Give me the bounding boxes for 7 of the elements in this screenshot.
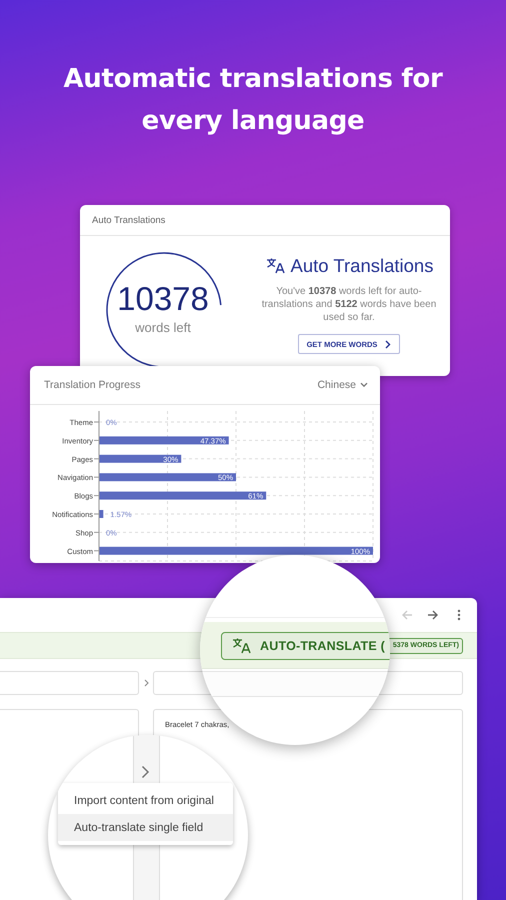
- card-title: Auto Translations: [290, 255, 434, 277]
- card-header: Auto Translations: [92, 214, 166, 226]
- count-label: words left: [134, 320, 192, 335]
- card-title: Translation Progress: [44, 379, 140, 391]
- word-count: 10378: [116, 280, 210, 318]
- description: You've 10378 words left for auto-translations and 5122 words have been used so far.: [260, 285, 438, 324]
- headline: Automatic translations for every language: [62, 63, 444, 138]
